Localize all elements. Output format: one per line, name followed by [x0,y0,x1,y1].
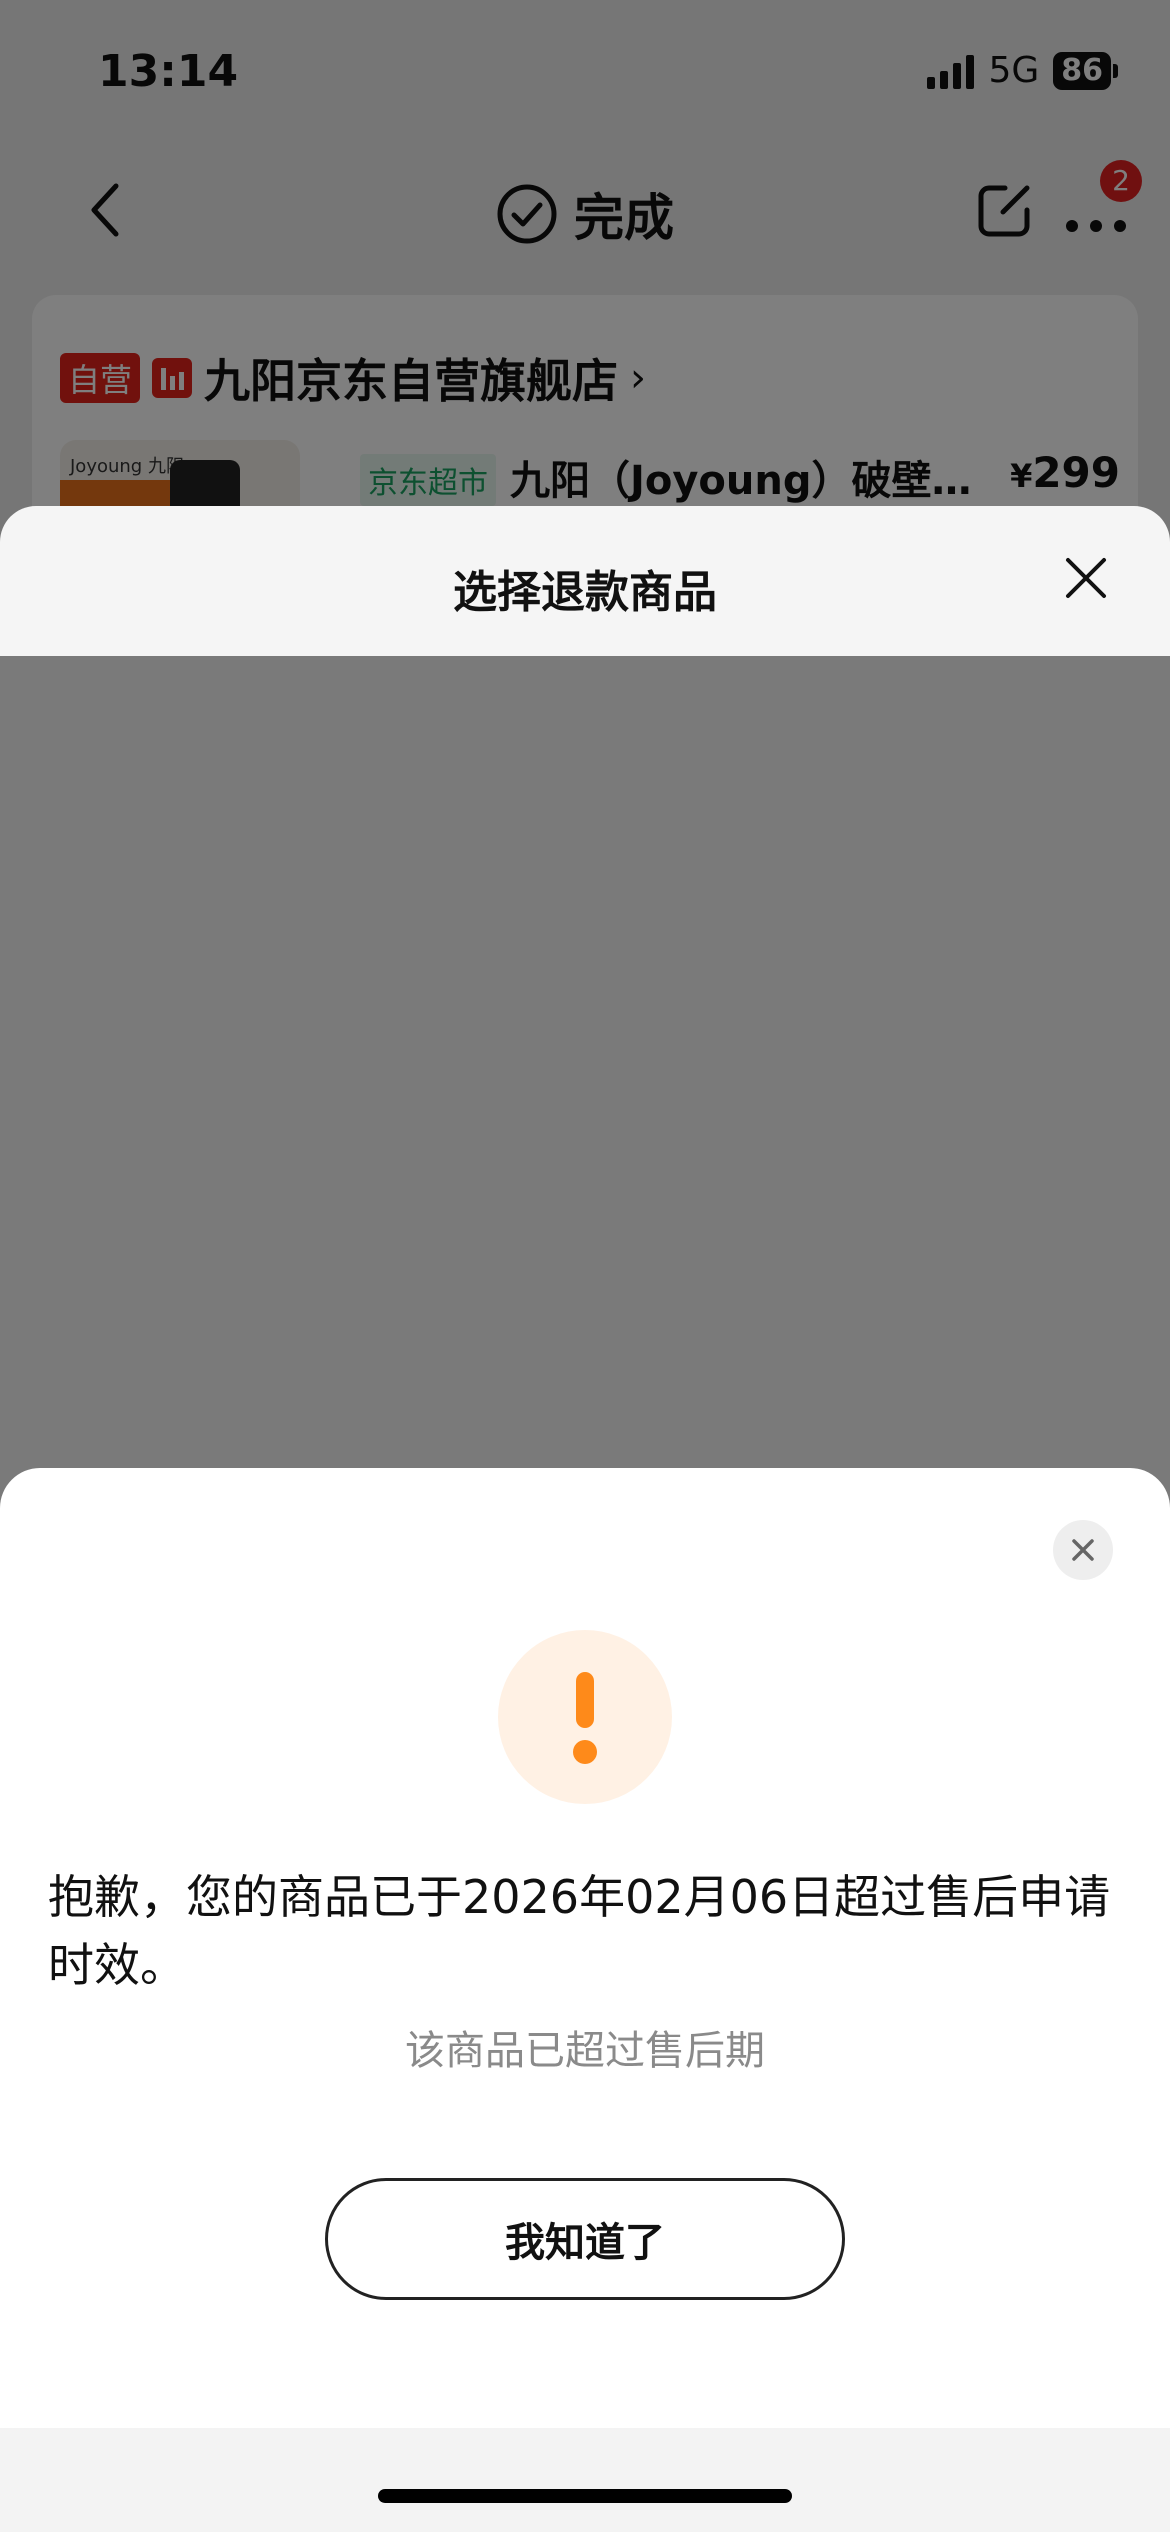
bottom-safe-area [0,2428,1170,2532]
aftersale-expired-dialog: 抱歉，您的商品已于2026年02月06日超过售后申请时效。 该商品已超过售后期 … [0,1468,1170,2428]
warning-icon [498,1630,672,1804]
alert-message: 抱歉，您的商品已于2026年02月06日超过售后申请时效。 [48,1870,1111,1992]
screen: 13:14 5G 86 完成 [0,0,1170,2532]
close-icon[interactable] [1064,556,1108,600]
alert-subtitle: 该商品已超过售后期 [405,2028,765,2074]
alert-close-button[interactable] [1053,1520,1113,1580]
close-icon [1072,1539,1094,1561]
acknowledge-button[interactable]: 我知道了 [325,2178,845,2300]
home-indicator[interactable] [378,2489,792,2503]
refund-sheet-title: 选择退款商品 [453,567,717,618]
